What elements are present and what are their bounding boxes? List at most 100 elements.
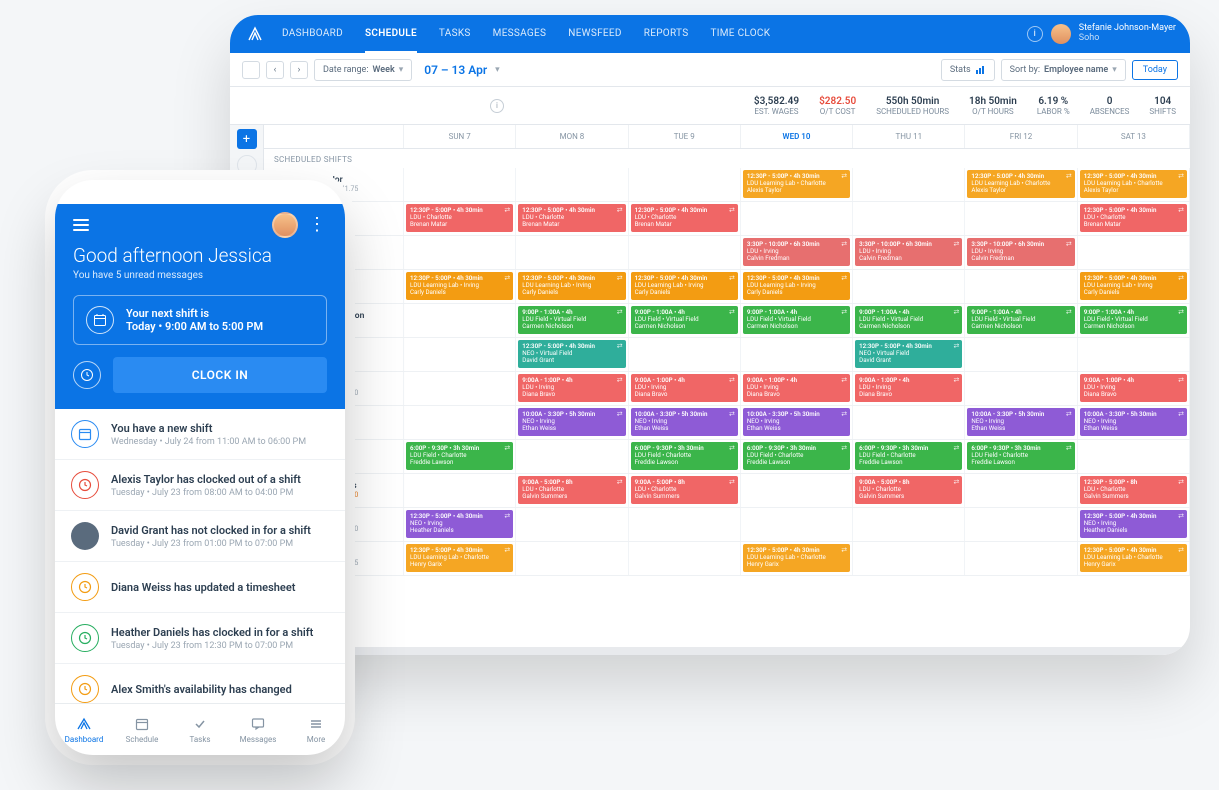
feed-item[interactable]: Diana Weiss has updated a timesheet: [55, 562, 345, 613]
shift-card[interactable]: ⇄10:00A - 3:30P • 5h 30minNEO • IrvingEt…: [518, 408, 625, 436]
shift-card[interactable]: ⇄6:00P - 9:30P • 3h 30minLDU Field • Cha…: [855, 442, 962, 470]
shift-card[interactable]: ⇄12:30P - 5:00P • 4h 30minLDU • Charlott…: [518, 204, 625, 232]
shift-card[interactable]: ⇄9:00A - 1:00P • 4hLDU • IrvingDiana Bra…: [631, 374, 738, 402]
mobile-tab-more[interactable]: More: [287, 704, 345, 755]
swap-icon: ⇄: [954, 308, 960, 316]
nav-tab-dashboard[interactable]: DASHBOARD: [282, 16, 343, 53]
shift-card[interactable]: ⇄9:00A - 5:00P • 8hLDU • CharlotteGalvin…: [855, 476, 962, 504]
shift-card[interactable]: ⇄12:30P - 5:00P • 8hLDU • CharlotteGalvi…: [1080, 476, 1187, 504]
layers-icon[interactable]: [237, 155, 257, 175]
add-shift-button[interactable]: +: [237, 129, 257, 149]
shift-card[interactable]: ⇄12:30P - 5:00P • 4h 30minLDU • Charlott…: [406, 204, 513, 232]
shift-card[interactable]: ⇄12:30P - 5:00P • 4h 30minLDU Learning L…: [1080, 170, 1187, 198]
day-header[interactable]: FRI 12: [965, 125, 1077, 148]
date-range-value[interactable]: 07 – 13 Apr: [424, 63, 487, 77]
day-header[interactable]: SAT 13: [1078, 125, 1190, 148]
clock-in-button[interactable]: CLOCK IN: [113, 357, 327, 393]
nav-tab-messages[interactable]: MESSAGES: [493, 16, 547, 53]
shift-card[interactable]: ⇄12:30P - 5:00P • 4h 30minLDU • Charlott…: [631, 204, 738, 232]
swap-icon: ⇄: [1178, 206, 1184, 214]
shift-card[interactable]: ⇄10:00A - 3:30P • 5h 30minNEO • IrvingEt…: [1080, 408, 1187, 436]
shift-card[interactable]: ⇄3:30P - 10:00P • 6h 30minLDU • IrvingCa…: [855, 238, 962, 266]
shift-card[interactable]: ⇄6:00P - 9:30P • 3h 30minLDU Field • Cha…: [743, 442, 850, 470]
shift-card[interactable]: ⇄9:00A - 1:00P • 4hLDU • IrvingDiana Bra…: [518, 374, 625, 402]
shift-card[interactable]: ⇄6:00P - 9:30P • 3h 30minLDU Field • Cha…: [967, 442, 1074, 470]
swap-icon: ⇄: [617, 376, 623, 384]
day-header[interactable]: TUE 9: [629, 125, 741, 148]
shift-card[interactable]: ⇄9:00P - 1:00A • 4hLDU Field • Virtual F…: [1080, 306, 1187, 334]
day-header[interactable]: THU 11: [853, 125, 965, 148]
date-range-picker[interactable]: Date range: Week ▾: [314, 59, 412, 81]
mobile-tab-schedule[interactable]: Schedule: [113, 704, 171, 755]
avatar[interactable]: [272, 212, 298, 238]
shift-card[interactable]: ⇄10:00A - 3:30P • 5h 30minNEO • IrvingEt…: [743, 408, 850, 436]
shift-card[interactable]: ⇄12:30P - 5:00P • 4h 30minNEO • Virtual …: [855, 340, 962, 368]
shift-card[interactable]: ⇄12:30P - 5:00P • 4h 30minLDU Learning L…: [1080, 272, 1187, 300]
shift-card[interactable]: ⇄9:00P - 1:00A • 4hLDU Field • Virtual F…: [631, 306, 738, 334]
swap-icon: ⇄: [841, 410, 847, 418]
feed-item[interactable]: Heather Daniels has clocked in for a shi…: [55, 613, 345, 664]
stats-button[interactable]: Stats: [941, 59, 995, 81]
shift-card[interactable]: ⇄9:00P - 1:00A • 4hLDU Field • Virtual F…: [518, 306, 625, 334]
shift-card[interactable]: ⇄9:00A - 5:00P • 8hLDU • CharlotteGalvin…: [631, 476, 738, 504]
swap-icon: ⇄: [1178, 546, 1184, 554]
sort-picker[interactable]: Sort by: Employee name ▾: [1001, 59, 1126, 81]
feed-clock-icon: [71, 471, 99, 499]
shift-card[interactable]: ⇄10:00A - 3:30P • 5h 30minNEO • IrvingEt…: [631, 408, 738, 436]
user-menu[interactable]: Stefanie Johnson-Mayer Soho: [1051, 24, 1176, 44]
shift-card[interactable]: ⇄9:00A - 1:00P • 4hLDU • IrvingDiana Bra…: [855, 374, 962, 402]
kpi-info-icon[interactable]: i: [490, 99, 504, 113]
next-shift-card[interactable]: Your next shift is Today • 9:00 AM to 5:…: [73, 295, 327, 345]
activity-feed[interactable]: You have a new shiftWednesday • July 24 …: [55, 409, 345, 703]
feed-item[interactable]: You have a new shiftWednesday • July 24 …: [55, 409, 345, 460]
shift-card[interactable]: ⇄12:30P - 5:00P • 4h 30minLDU Learning L…: [518, 272, 625, 300]
shift-card[interactable]: ⇄3:30P - 10:00P • 6h 30minLDU • IrvingCa…: [967, 238, 1074, 266]
shift-card[interactable]: ⇄9:00P - 1:00A • 4hLDU Field • Virtual F…: [855, 306, 962, 334]
nav-tab-tasks[interactable]: TASKS: [439, 16, 471, 53]
shift-card[interactable]: ⇄9:00A - 1:00P • 4hLDU • IrvingDiana Bra…: [743, 374, 850, 402]
schedule-sheet[interactable]: SUN 7MON 8TUE 9WED 10THU 11FRI 12SAT 13 …: [264, 125, 1190, 655]
mobile-tab-tasks[interactable]: Tasks: [171, 704, 229, 755]
prev-week-button[interactable]: ‹: [266, 61, 284, 79]
shift-card[interactable]: ⇄12:30P - 5:00P • 4h 30minLDU • Charlott…: [1080, 204, 1187, 232]
today-button[interactable]: Today: [1132, 60, 1178, 80]
day-header[interactable]: MON 8: [516, 125, 628, 148]
menu-icon[interactable]: [73, 219, 89, 231]
shift-card[interactable]: ⇄3:30P - 10:00P • 6h 30minLDU • IrvingCa…: [743, 238, 850, 266]
shift-card[interactable]: ⇄9:00P - 1:00A • 4hLDU Field • Virtual F…: [743, 306, 850, 334]
swap-icon: ⇄: [841, 376, 847, 384]
nav-tab-reports[interactable]: REPORTS: [644, 16, 689, 53]
swap-icon: ⇄: [841, 444, 847, 452]
info-icon[interactable]: i: [1027, 26, 1043, 42]
shift-card[interactable]: ⇄12:30P - 5:00P • 4h 30minLDU Learning L…: [406, 272, 513, 300]
feed-item[interactable]: David Grant has not clocked in for a shi…: [55, 511, 345, 562]
shift-card[interactable]: ⇄12:30P - 5:00P • 4h 30minNEO • Virtual …: [518, 340, 625, 368]
shift-card[interactable]: ⇄6:00P - 9:30P • 3h 30minLDU Field • Cha…: [406, 442, 513, 470]
next-week-button[interactable]: ›: [290, 61, 308, 79]
nav-tab-schedule[interactable]: SCHEDULE: [365, 16, 417, 53]
nav-tab-time clock[interactable]: TIME CLOCK: [710, 16, 770, 53]
shift-card[interactable]: ⇄12:30P - 5:00P • 4h 30minLDU Learning L…: [743, 170, 850, 198]
shift-card[interactable]: ⇄12:30P - 5:00P • 4h 30minLDU Learning L…: [743, 272, 850, 300]
shift-card[interactable]: ⇄12:30P - 5:00P • 4h 30minNEO • IrvingHe…: [1080, 510, 1187, 538]
day-header[interactable]: WED 10: [741, 125, 853, 148]
mobile-tab-messages[interactable]: Messages: [229, 704, 287, 755]
shift-card[interactable]: ⇄9:00A - 5:00P • 8hLDU • CharlotteGalvin…: [518, 476, 625, 504]
shift-card[interactable]: ⇄6:00P - 9:30P • 3h 30minLDU Field • Cha…: [631, 442, 738, 470]
nav-tab-newsfeed[interactable]: NEWSFEED: [568, 16, 621, 53]
shift-card[interactable]: ⇄12:30P - 5:00P • 4h 30minLDU Learning L…: [406, 544, 513, 572]
shift-card[interactable]: ⇄9:00P - 1:00A • 4hLDU Field • Virtual F…: [967, 306, 1074, 334]
shift-card[interactable]: ⇄9:00A - 1:00P • 4hLDU • IrvingDiana Bra…: [1080, 374, 1187, 402]
tasks-icon: [193, 716, 207, 732]
mobile-tab-dashboard[interactable]: Dashboard: [55, 704, 113, 755]
shift-card[interactable]: ⇄12:30P - 5:00P • 4h 30minLDU Learning L…: [1080, 544, 1187, 572]
select-all-checkbox[interactable]: [242, 61, 260, 79]
day-header[interactable]: SUN 7: [404, 125, 516, 148]
shift-card[interactable]: ⇄12:30P - 5:00P • 4h 30minLDU Learning L…: [743, 544, 850, 572]
feed-item[interactable]: Alex Smith's availability has changed: [55, 664, 345, 703]
shift-card[interactable]: ⇄12:30P - 5:00P • 4h 30minLDU Learning L…: [967, 170, 1074, 198]
shift-card[interactable]: ⇄10:00A - 3:30P • 5h 30minNEO • IrvingEt…: [967, 408, 1074, 436]
feed-item[interactable]: Alexis Taylor has clocked out of a shift…: [55, 460, 345, 511]
shift-card[interactable]: ⇄12:30P - 5:00P • 4h 30minLDU Learning L…: [631, 272, 738, 300]
shift-card[interactable]: ⇄12:30P - 5:00P • 4h 30minNEO • IrvingHe…: [406, 510, 513, 538]
